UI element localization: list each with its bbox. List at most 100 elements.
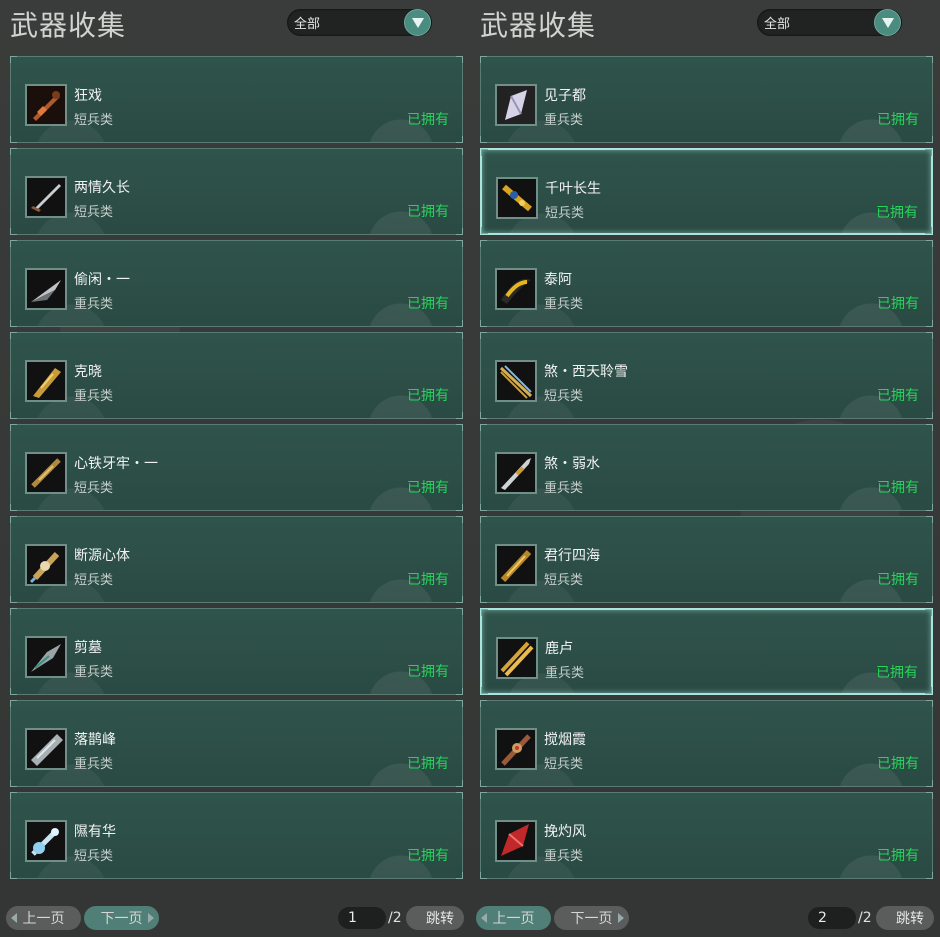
pagination: 上一页 下一页 2 /2 跳转: [470, 906, 940, 930]
owned-status: 已拥有: [407, 664, 449, 680]
weapon-card[interactable]: 搅烟霞 短兵类 已拥有: [480, 700, 933, 787]
weapon-type: 重兵类: [74, 757, 114, 772]
weapon-panel-left: 武器收集 全部 狂戏 短兵类 已拥有 两情久长 短兵类 已拥有 偷闲・一 重兵类…: [0, 0, 470, 937]
weapon-type: 重兵类: [74, 665, 114, 680]
weapon-name: 搅烟霞: [544, 732, 586, 748]
weapon-icon: [496, 177, 538, 219]
weapon-type: 重兵类: [74, 389, 114, 404]
owned-status: 已拥有: [407, 572, 449, 588]
weapon-card[interactable]: 鹿卢 重兵类 已拥有: [480, 608, 933, 695]
weapon-name: 鹿卢: [545, 641, 573, 657]
weapon-name: 挽灼风: [544, 824, 586, 840]
weapon-type: 短兵类: [74, 481, 114, 496]
weapon-card[interactable]: 隰有华 短兵类 已拥有: [10, 792, 463, 879]
jump-button[interactable]: 跳转: [876, 906, 934, 930]
panel-title: 武器收集: [480, 9, 597, 42]
weapon-type: 短兵类: [545, 206, 585, 221]
weapon-icon: [495, 820, 537, 862]
weapon-name: 见子都: [544, 88, 586, 104]
next-label: 下一页: [100, 911, 143, 927]
prev-page-button[interactable]: 上一页: [6, 906, 81, 930]
filter-value: 全部: [294, 17, 321, 32]
jump-button[interactable]: 跳转: [406, 906, 464, 930]
weapon-list: 见子都 重兵类 已拥有 千叶长生 短兵类 已拥有 泰阿 重兵类 已拥有 煞・西天…: [480, 56, 933, 884]
weapon-name: 克晓: [74, 364, 102, 380]
weapon-card[interactable]: 落鹊峰 重兵类 已拥有: [10, 700, 463, 787]
weapon-type: 短兵类: [74, 113, 114, 128]
weapon-card[interactable]: 剪墓 重兵类 已拥有: [10, 608, 463, 695]
weapon-type: 短兵类: [544, 389, 584, 404]
weapon-icon: [25, 360, 67, 402]
weapon-card[interactable]: 偷闲・一 重兵类 已拥有: [10, 240, 463, 327]
weapon-icon: [495, 452, 537, 494]
pagination: 上一页 下一页 1 /2 跳转: [0, 906, 470, 930]
filter-dropdown[interactable]: 全部: [287, 9, 432, 36]
prev-page-button[interactable]: 上一页: [476, 906, 551, 930]
weapon-name: 煞・西天聆雪: [544, 364, 628, 380]
owned-status: 已拥有: [877, 112, 919, 128]
dropdown-arrow-icon[interactable]: [874, 9, 901, 36]
weapon-card[interactable]: 挽灼风 重兵类 已拥有: [480, 792, 933, 879]
owned-status: 已拥有: [407, 112, 449, 128]
weapon-icon: [495, 544, 537, 586]
dropdown-arrow-icon[interactable]: [404, 9, 431, 36]
panel-title: 武器收集: [10, 9, 127, 42]
chevron-left-icon: [481, 913, 487, 923]
prev-label: 上一页: [22, 911, 65, 927]
next-page-button[interactable]: 下一页: [554, 906, 629, 930]
next-page-button[interactable]: 下一页: [84, 906, 159, 930]
weapon-card[interactable]: 断源心体 短兵类 已拥有: [10, 516, 463, 603]
weapon-card[interactable]: 狂戏 短兵类 已拥有: [10, 56, 463, 143]
page-total: /2: [858, 910, 872, 926]
weapon-card[interactable]: 两情久长 短兵类 已拥有: [10, 148, 463, 235]
owned-status: 已拥有: [877, 480, 919, 496]
weapon-type: 重兵类: [544, 297, 584, 312]
weapon-icon: [495, 360, 537, 402]
chevron-right-icon: [148, 913, 154, 923]
weapon-card[interactable]: 煞・西天聆雪 短兵类 已拥有: [480, 332, 933, 419]
weapon-icon: [25, 452, 67, 494]
owned-status: 已拥有: [407, 756, 449, 772]
owned-status: 已拥有: [407, 848, 449, 864]
weapon-card[interactable]: 泰阿 重兵类 已拥有: [480, 240, 933, 327]
weapon-card[interactable]: 克晓 重兵类 已拥有: [10, 332, 463, 419]
weapon-type: 短兵类: [544, 573, 584, 588]
filter-dropdown[interactable]: 全部: [757, 9, 902, 36]
weapon-icon: [25, 820, 67, 862]
page-number-input[interactable]: 2: [808, 907, 856, 929]
weapon-card[interactable]: 心铁牙牢・一 短兵类 已拥有: [10, 424, 463, 511]
weapon-icon: [25, 636, 67, 678]
weapon-name: 煞・弱水: [544, 456, 600, 472]
weapon-icon: [25, 268, 67, 310]
page-total: /2: [388, 910, 402, 926]
weapon-type: 短兵类: [74, 573, 114, 588]
weapon-name: 心铁牙牢・一: [74, 456, 158, 472]
weapon-type: 短兵类: [544, 757, 584, 772]
owned-status: 已拥有: [877, 756, 919, 772]
weapon-name: 偷闲・一: [74, 272, 130, 288]
weapon-name: 剪墓: [74, 640, 102, 656]
page-number-input[interactable]: 1: [338, 907, 386, 929]
weapon-type: 重兵类: [545, 666, 585, 681]
weapon-icon: [495, 728, 537, 770]
weapon-card[interactable]: 见子都 重兵类 已拥有: [480, 56, 933, 143]
weapon-panel-right: 武器收集 全部 见子都 重兵类 已拥有 千叶长生 短兵类 已拥有 泰阿 重兵类 …: [470, 0, 940, 937]
weapon-name: 隰有华: [74, 824, 116, 840]
weapon-icon: [25, 544, 67, 586]
page-number: 2: [818, 910, 827, 926]
weapon-list: 狂戏 短兵类 已拥有 两情久长 短兵类 已拥有 偷闲・一 重兵类 已拥有 克晓 …: [10, 56, 463, 884]
prev-label: 上一页: [492, 911, 535, 927]
weapon-card[interactable]: 君行四海 短兵类 已拥有: [480, 516, 933, 603]
weapon-name: 狂戏: [74, 88, 102, 104]
owned-status: 已拥有: [876, 205, 918, 221]
weapon-icon: [25, 176, 67, 218]
owned-status: 已拥有: [876, 665, 918, 681]
weapon-name: 君行四海: [544, 548, 600, 564]
weapon-icon: [25, 84, 67, 126]
weapon-card[interactable]: 煞・弱水 重兵类 已拥有: [480, 424, 933, 511]
weapon-card[interactable]: 千叶长生 短兵类 已拥有: [480, 148, 933, 235]
weapon-type: 重兵类: [74, 297, 114, 312]
owned-status: 已拥有: [877, 848, 919, 864]
weapon-name: 千叶长生: [545, 181, 601, 197]
weapon-type: 短兵类: [74, 849, 114, 864]
